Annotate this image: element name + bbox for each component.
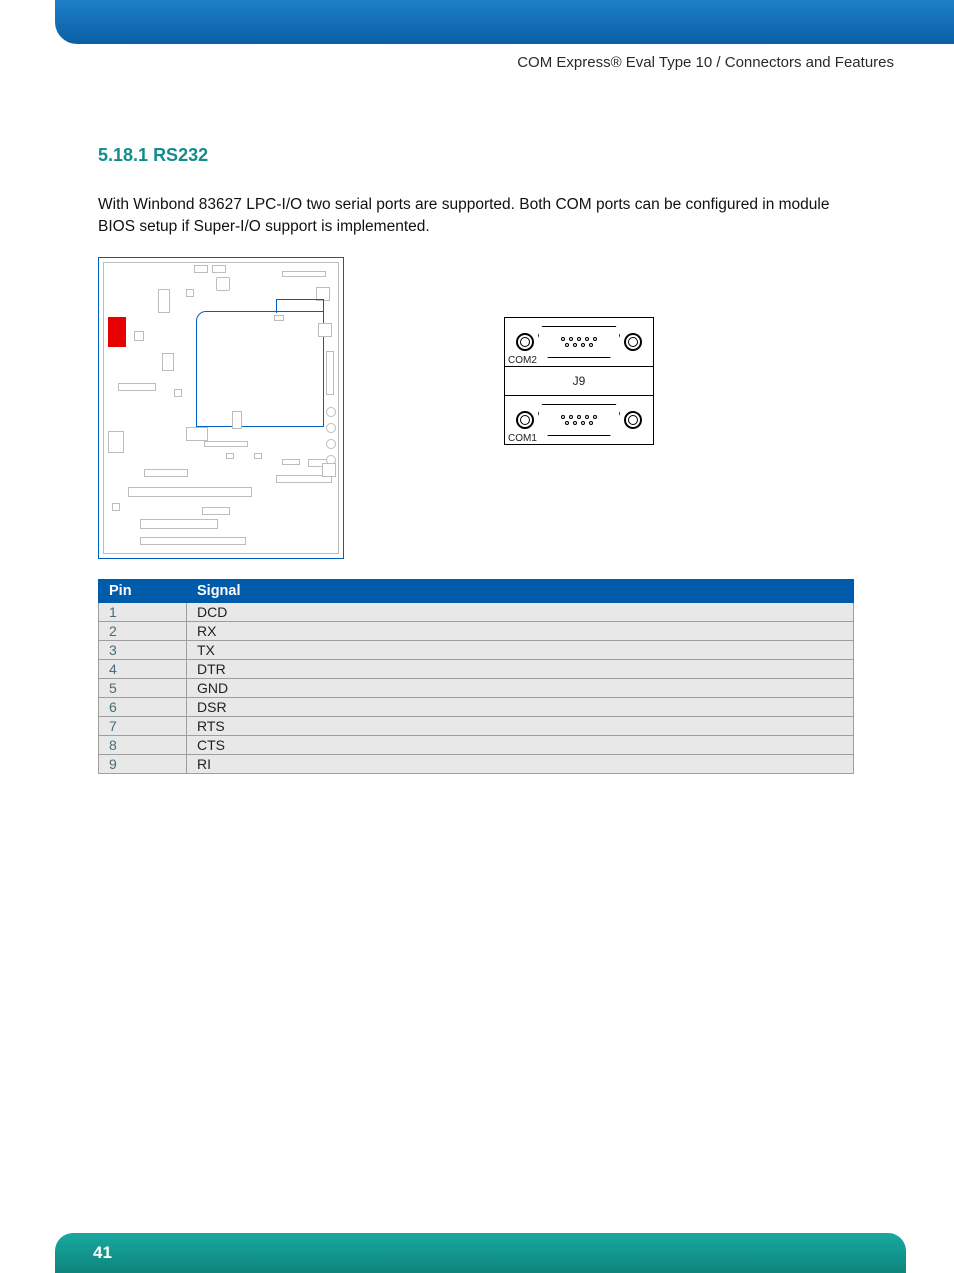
section-body: With Winbond 83627 LPC-I/O two serial po…: [98, 194, 854, 239]
table-row: 3TX: [99, 640, 854, 659]
com2-label: COM2: [507, 355, 538, 366]
page-content: 5.18.1 RS232 With Winbond 83627 LPC-I/O …: [98, 145, 854, 774]
page-number: 41: [93, 1243, 112, 1263]
cell-pin: 6: [99, 697, 187, 716]
footer-bar: 41: [55, 1233, 906, 1273]
header-bar: [55, 0, 954, 44]
cell-signal: RX: [187, 621, 854, 640]
highlighted-connector-location: [108, 317, 126, 347]
table-row: 7RTS: [99, 716, 854, 735]
cell-pin: 1: [99, 602, 187, 621]
db9-top: COM2: [504, 317, 654, 367]
diagram-row: COM2 J9 COM1: [98, 257, 854, 559]
cell-pin: 5: [99, 678, 187, 697]
header-breadcrumb: COM Express® Eval Type 10 / Connectors a…: [517, 54, 894, 71]
cell-signal: CTS: [187, 735, 854, 754]
cell-pin: 3: [99, 640, 187, 659]
com1-label: COM1: [507, 433, 538, 444]
dshell-bottom: [538, 404, 620, 436]
table-row: 4DTR: [99, 659, 854, 678]
dshell-top: [538, 326, 620, 358]
cpu-outline: [196, 311, 324, 427]
table-row: 8CTS: [99, 735, 854, 754]
table-row: 9RI: [99, 754, 854, 773]
table-row: 5GND: [99, 678, 854, 697]
db9-bottom: COM1: [504, 395, 654, 445]
screw-icon: [516, 411, 534, 429]
cell-signal: GND: [187, 678, 854, 697]
board-outline: [103, 262, 339, 554]
table-header-row: Pin Signal: [99, 579, 854, 602]
section-title-text: RS232: [153, 145, 208, 165]
cell-pin: 7: [99, 716, 187, 735]
table-row: 2RX: [99, 621, 854, 640]
connector-diagram: COM2 J9 COM1: [504, 317, 654, 445]
board-diagram: [98, 257, 344, 559]
pin-signal-table: Pin Signal 1DCD 2RX 3TX 4DTR 5GND 6DSR 7…: [98, 579, 854, 774]
header-pin: Pin: [99, 579, 187, 602]
cell-signal: DCD: [187, 602, 854, 621]
section-heading: 5.18.1 RS232: [98, 145, 854, 166]
screw-icon: [624, 411, 642, 429]
section-number: 5.18.1: [98, 145, 148, 165]
connector-mid-label: J9: [504, 367, 654, 395]
cell-pin: 2: [99, 621, 187, 640]
cell-pin: 4: [99, 659, 187, 678]
cell-signal: RTS: [187, 716, 854, 735]
cell-signal: DTR: [187, 659, 854, 678]
cell-pin: 9: [99, 754, 187, 773]
table-row: 1DCD: [99, 602, 854, 621]
cell-signal: DSR: [187, 697, 854, 716]
cell-pin: 8: [99, 735, 187, 754]
table-row: 6DSR: [99, 697, 854, 716]
screw-icon: [624, 333, 642, 351]
cell-signal: TX: [187, 640, 854, 659]
header-signal: Signal: [187, 579, 854, 602]
cell-signal: RI: [187, 754, 854, 773]
screw-icon: [516, 333, 534, 351]
